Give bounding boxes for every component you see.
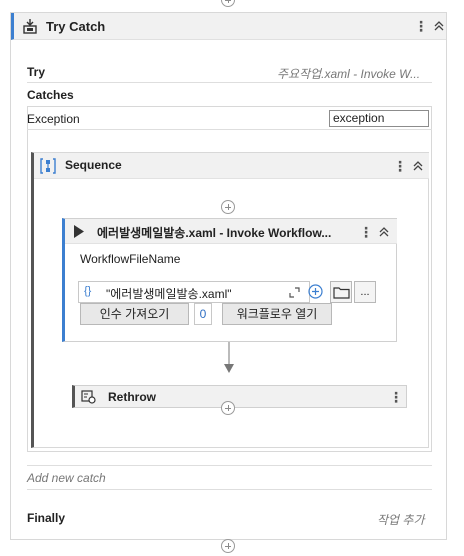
kebab-menu-icon[interactable]: ⋮ — [414, 19, 428, 33]
expression-braces-icon: {} — [84, 285, 92, 297]
exception-type-label[interactable]: Exception — [27, 112, 80, 126]
add-activity-icon[interactable] — [221, 200, 235, 214]
kebab-menu-icon[interactable]: ⋮ — [359, 225, 373, 239]
kebab-menu-icon[interactable]: ⋮ — [389, 390, 403, 404]
rethrow-title: Rethrow — [108, 390, 156, 404]
collapse-chevron-icon[interactable] — [412, 160, 424, 172]
add-activity-icon[interactable] — [221, 401, 235, 415]
invoke-play-icon — [74, 225, 84, 238]
divider — [27, 489, 432, 490]
finally-label: Finally — [27, 511, 66, 525]
divider — [27, 129, 432, 130]
browse-folder-button[interactable] — [330, 281, 352, 303]
add-new-catch-link[interactable]: Add new catch — [27, 471, 106, 485]
divider — [27, 82, 432, 83]
invoke-workflow-title: 에러발생메일발송.xaml - Invoke Workflow... — [97, 226, 332, 240]
try-value[interactable]: 주요작업.xaml - Invoke W... — [277, 65, 420, 82]
invoke-workflow-header[interactable]: 에러발생메일발송.xaml - Invoke Workflow... ⋮ — [65, 219, 397, 244]
try-catch-header[interactable]: Try Catch ⋮ — [11, 13, 446, 40]
sequence-title: Sequence — [65, 158, 122, 172]
exception-variable-field[interactable]: exception — [329, 110, 429, 127]
kebab-menu-icon[interactable]: ⋮ — [393, 159, 407, 173]
add-icon[interactable] — [308, 284, 323, 299]
sequence-icon — [40, 158, 56, 174]
workflow-file-name-label: WorkflowFileName — [80, 252, 181, 266]
try-catch-title: Try Catch — [46, 19, 106, 34]
arguments-count-badge: 0 — [194, 303, 212, 325]
rethrow-icon — [81, 390, 96, 404]
open-workflow-button[interactable]: 워크플로우 열기 — [222, 303, 332, 325]
collapse-chevron-icon[interactable] — [378, 226, 390, 238]
finally-value[interactable]: 작업 추가 — [377, 511, 425, 528]
workflow-file-name-input[interactable]: {} "에러발생메일발송.xaml" — [78, 281, 310, 303]
sequence-header[interactable]: Sequence ⋮ — [34, 153, 429, 179]
add-activity-bottom-icon[interactable] — [221, 539, 235, 553]
try-catch-icon — [23, 19, 37, 34]
import-arguments-button[interactable]: 인수 가져오기 — [80, 303, 189, 325]
expand-icon[interactable] — [289, 287, 300, 298]
try-label: Try — [27, 65, 46, 79]
divider — [27, 465, 432, 466]
collapse-chevron-icon[interactable] — [433, 20, 445, 32]
folder-icon — [333, 287, 350, 299]
ellipsis-button[interactable]: ... — [354, 281, 376, 303]
add-activity-top-icon[interactable] — [221, 0, 235, 7]
try-catch-activity: Try Catch ⋮ Try 주요작업.xaml - Invoke W... … — [10, 12, 447, 540]
catches-label: Catches — [27, 88, 74, 102]
workflow-file-name-value: "에러발생메일발송.xaml" — [106, 287, 232, 301]
rethrow-activity[interactable]: Rethrow ⋮ — [72, 385, 407, 408]
flow-arrow-connector — [224, 342, 234, 373]
